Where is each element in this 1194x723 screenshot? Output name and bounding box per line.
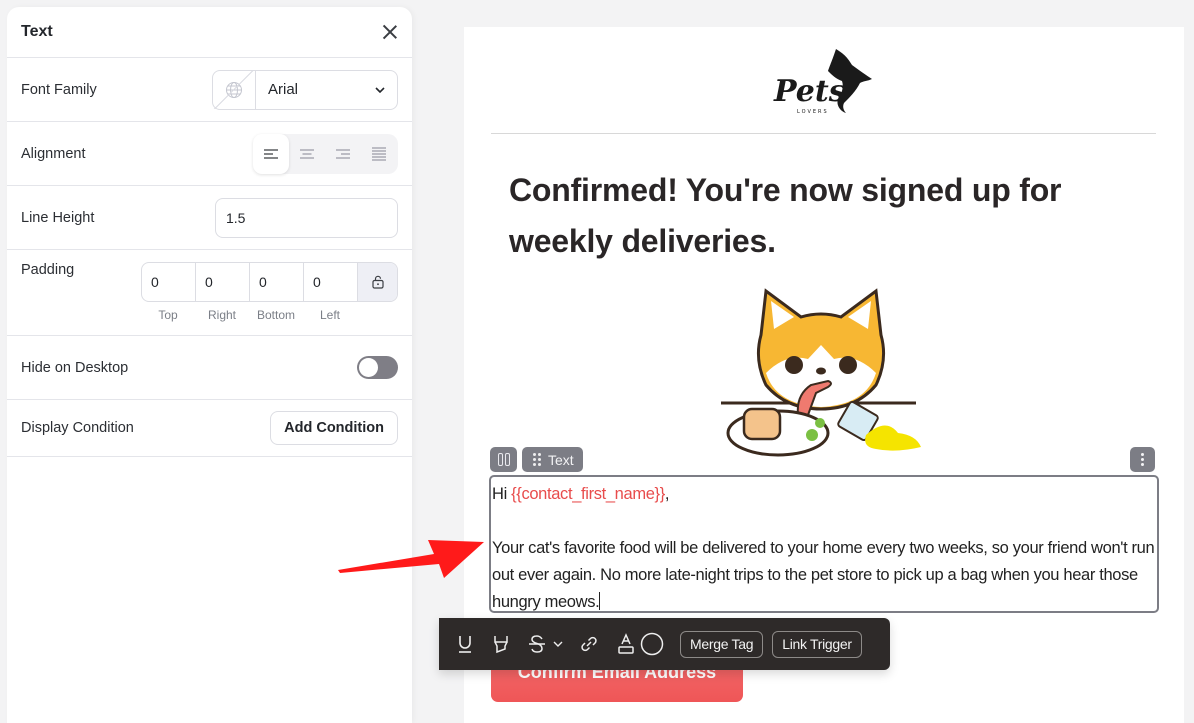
block-toolbar: Text [490, 447, 583, 472]
svg-text:LOVERS: LOVERS [797, 109, 829, 115]
drag-grip-icon [533, 453, 541, 466]
shiba-eating-illustration [721, 288, 921, 457]
alignment-label: Alignment [21, 145, 86, 162]
padding-label: Padding [21, 262, 75, 278]
columns-button[interactable] [490, 447, 517, 472]
format-toolbar: Merge Tag Link Trigger [439, 618, 890, 670]
hide-desktop-label: Hide on Desktop [21, 359, 129, 376]
link-icon [581, 636, 597, 652]
add-condition-button[interactable]: Add Condition [270, 411, 398, 445]
padding-inputs: 0 0 0 0 [141, 262, 398, 302]
line-height-row: Line Height 1.5 [7, 186, 412, 250]
svg-text:Pets: Pets [773, 74, 846, 109]
align-justify-button[interactable] [361, 134, 397, 174]
underline-button[interactable] [456, 634, 474, 654]
font-family-label: Font Family [21, 81, 97, 98]
align-center-icon [300, 148, 314, 159]
font-family-row: Font Family Arial [7, 58, 412, 122]
panel-title: Text [21, 23, 53, 40]
align-justify-icon [372, 146, 386, 161]
align-right-button[interactable] [325, 134, 361, 174]
hide-desktop-toggle[interactable] [357, 356, 398, 379]
merge-tag-button[interactable]: Merge Tag [680, 630, 764, 658]
block-more-options-button[interactable] [1130, 447, 1155, 472]
highlight-button[interactable] [492, 634, 510, 654]
email-heading[interactable]: Confirmed! You're now signed up for week… [509, 165, 1149, 267]
logo-divider [491, 133, 1156, 134]
padding-lock-button[interactable] [358, 263, 397, 301]
text-block-editor[interactable]: Hi {{contact_first_name}}, Your cat's fa… [489, 475, 1159, 613]
underline-icon [459, 636, 471, 653]
padding-top-input[interactable]: 0 [142, 263, 196, 301]
body-text: Your cat's favorite food will be deliver… [492, 539, 1155, 611]
alignment-row: Alignment [7, 122, 412, 186]
panel-header: Text [7, 7, 412, 58]
font-family-select[interactable]: Arial [212, 69, 398, 110]
merge-tag: {{contact_first_name}} [511, 485, 665, 503]
text-caret [599, 592, 601, 610]
padding-left-input[interactable]: 0 [304, 263, 358, 301]
link-trigger-button[interactable]: Link Trigger [772, 630, 862, 658]
text-settings-panel: Text Font Family Arial Alignment Line He… [7, 7, 412, 723]
line-height-input[interactable]: 1.5 [215, 197, 398, 238]
text-color-icon [618, 633, 634, 654]
close-icon[interactable] [382, 24, 398, 40]
hide-desktop-row: Hide on Desktop [7, 336, 412, 400]
padding-bottom-label: Bottom [256, 308, 295, 322]
chevron-down-icon [375, 86, 385, 93]
padding-bottom-input[interactable]: 0 [250, 263, 304, 301]
display-condition-row: Display Condition Add Condition [7, 400, 412, 457]
pets-lovers-logo: Pets LOVERS [773, 49, 872, 115]
greeting-suffix: , [664, 485, 670, 503]
annotation-arrow-icon [338, 540, 484, 578]
display-condition-label: Display Condition [21, 420, 134, 436]
font-family-value: Arial [268, 81, 299, 98]
text-color-button[interactable] [617, 633, 635, 655]
background-color-button[interactable] [640, 632, 664, 656]
strikethrough-icon [529, 635, 545, 653]
padding-left-label: Left [319, 308, 340, 322]
align-left-icon [264, 148, 278, 159]
globe-icon [213, 70, 256, 109]
chevron-down-icon [553, 641, 563, 647]
lock-icon [371, 275, 384, 289]
padding-row: Padding 0 0 0 0 Top Right Bottom Left [7, 250, 412, 336]
align-center-button[interactable] [289, 134, 325, 174]
align-right-icon [336, 148, 350, 159]
color-circle-icon [640, 632, 664, 656]
padding-right-input[interactable]: 0 [196, 263, 250, 301]
align-left-button[interactable] [253, 133, 289, 174]
block-type-label: Text [548, 451, 574, 468]
padding-right-label: Right [207, 308, 236, 322]
strikethrough-button[interactable] [528, 634, 563, 654]
greeting-text: Hi [492, 485, 512, 503]
padding-top-label: Top [158, 308, 178, 322]
alignment-group [253, 133, 398, 174]
link-button[interactable] [579, 634, 599, 654]
block-drag-handle[interactable]: Text [522, 447, 583, 472]
line-height-label: Line Height [21, 209, 95, 226]
highlighter-icon [494, 636, 508, 654]
